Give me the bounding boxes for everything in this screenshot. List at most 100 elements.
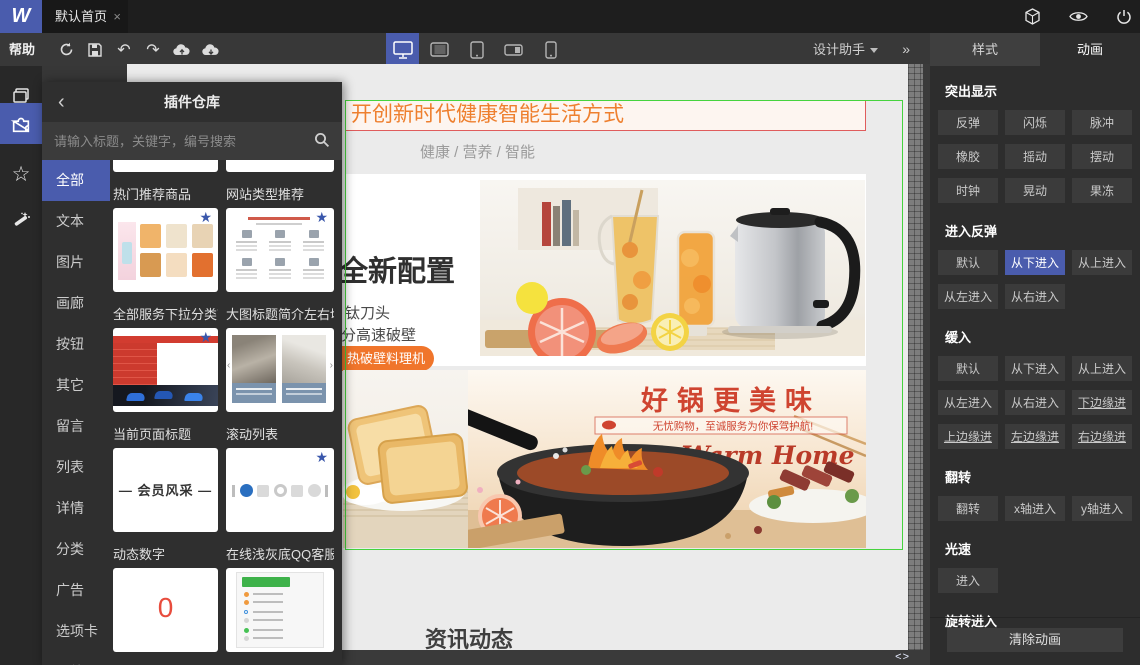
arrow-left-icon: ‹ <box>227 360 231 371</box>
plugin-card-image-slider[interactable]: ‹ › <box>226 328 334 412</box>
favorites-star-icon[interactable]: ☆ <box>0 154 42 194</box>
plugin-card[interactable] <box>113 160 218 172</box>
tab-animation[interactable]: 动画 <box>1040 33 1140 66</box>
category-item[interactable]: 选项卡 <box>42 611 110 652</box>
category-item[interactable]: 文本 <box>42 201 110 242</box>
wok-banner-photo[interactable]: 好锅更美味 无忧购物，至诚服务为你保驾护航! Warm Home <box>468 370 866 548</box>
canvas-scrollbar[interactable] <box>908 64 923 650</box>
animation-button[interactable]: 左边缘进 <box>1005 424 1065 449</box>
category-item[interactable]: 图片 <box>42 242 110 283</box>
preview-eye-icon[interactable] <box>1069 10 1088 23</box>
device-desktop-button[interactable] <box>386 33 419 66</box>
animation-button[interactable]: 从上进入 <box>1072 356 1132 381</box>
plugin-card-hot-products[interactable]: ★ <box>113 208 218 292</box>
animation-button[interactable]: 从上进入 <box>1072 250 1132 275</box>
app-logo[interactable]: W <box>0 0 42 33</box>
plugin-label: 在线浅灰底QQ客服 <box>226 547 334 562</box>
category-item[interactable]: 其它 <box>42 365 110 406</box>
favorite-star-icon[interactable]: ★ <box>315 210 328 224</box>
animation-button[interactable]: 右边缘进 <box>1072 424 1132 449</box>
category-item[interactable]: 按钮 <box>42 324 110 365</box>
plugin-card-dynamic-number[interactable]: 0 <box>113 568 218 652</box>
device-tablet-landscape-button[interactable] <box>423 33 456 66</box>
search-icon[interactable] <box>314 132 330 148</box>
animation-button[interactable]: 翻转 <box>938 496 998 521</box>
animation-button[interactable]: 上边缘进 <box>938 424 998 449</box>
undo-icon[interactable]: ↶ <box>115 41 133 59</box>
animation-button[interactable]: 默认 <box>938 250 998 275</box>
animation-section: 突出显示 反弹 闪烁 脉冲 橡胶 摇动 摆动 时钟 晃动 果冻 <box>938 81 1132 203</box>
favorite-star-icon[interactable]: ★ <box>199 210 212 224</box>
cloud-download-icon[interactable] <box>202 41 220 59</box>
refresh-icon[interactable] <box>57 41 75 59</box>
kettle-banner-section[interactable]: 全新配置 钛刀头 分高速破壁 热破壁料理机 <box>297 174 866 371</box>
code-view-icon[interactable]: < > <box>895 650 909 665</box>
plugins-puzzle-icon[interactable] <box>0 103 42 144</box>
animation-panel: 突出显示 反弹 闪烁 脉冲 橡胶 摇动 摆动 时钟 晃动 果冻 进入反弹 默认 从下进入 从上进入 从左进入… <box>930 66 1140 665</box>
animation-button[interactable]: 摆动 <box>1072 144 1132 169</box>
device-phone-landscape-button[interactable] <box>497 33 530 66</box>
redo-icon[interactable]: ↷ <box>144 41 162 59</box>
category-item[interactable]: 分类 <box>42 529 110 570</box>
hero-subtitle-text[interactable]: 健康 / 营养 / 智能 <box>420 141 535 162</box>
design-assistant-button[interactable]: 设计助手 <box>813 33 878 66</box>
kettle-photo[interactable] <box>480 180 865 356</box>
animation-button[interactable]: 默认 <box>938 356 998 381</box>
animation-button[interactable]: 从下进入 <box>1005 356 1065 381</box>
page-title-preview: — 会员风采 — <box>118 483 213 498</box>
device-phone-portrait-button[interactable] <box>534 33 567 66</box>
device-tablet-portrait-button[interactable] <box>460 33 493 66</box>
animation-button[interactable]: 橡胶 <box>938 144 998 169</box>
back-icon[interactable]: ‹ <box>58 91 65 113</box>
animation-button[interactable]: 从下进入 <box>1005 250 1065 275</box>
animation-button[interactable]: 摇动 <box>1005 144 1065 169</box>
animation-button[interactable]: 闪烁 <box>1005 110 1065 135</box>
clear-animation-button[interactable]: 清除动画 <box>947 628 1123 652</box>
page-tab[interactable]: 默认首页 × <box>42 0 128 33</box>
animation-button[interactable]: 脉冲 <box>1072 110 1132 135</box>
animation-button[interactable]: 从右进入 <box>1005 284 1065 309</box>
animation-button[interactable]: 从左进入 <box>938 390 998 415</box>
category-item[interactable]: 留言 <box>42 406 110 447</box>
close-icon[interactable]: × <box>113 0 121 33</box>
category-item[interactable]: 全部 <box>42 160 110 201</box>
plugin-card[interactable] <box>226 160 334 172</box>
animation-button[interactable]: 晃动 <box>1005 178 1065 203</box>
publish-cube-icon[interactable] <box>1024 8 1041 25</box>
category-item[interactable]: 广告 <box>42 570 110 611</box>
category-item[interactable]: 画廊 <box>42 283 110 324</box>
favorite-star-icon[interactable]: ★ <box>315 450 328 464</box>
category-item[interactable]: 详情 <box>42 488 110 529</box>
animation-button[interactable]: 果冻 <box>1072 178 1132 203</box>
save-icon[interactable] <box>86 41 104 59</box>
power-icon[interactable] <box>1116 9 1132 25</box>
cloud-upload-icon[interactable] <box>173 41 191 59</box>
category-item[interactable]: 列表 <box>42 447 110 488</box>
plugin-card-scroll-list[interactable]: ★ <box>226 448 334 532</box>
news-section-title[interactable]: 资讯动态 <box>425 622 513 650</box>
dynamic-number-preview: 0 <box>157 592 174 623</box>
animation-button[interactable]: 进入 <box>938 568 998 593</box>
category-item[interactable]: 导航 <box>42 652 110 665</box>
plugin-card-qq-service[interactable] <box>226 568 334 652</box>
expand-panel-button[interactable]: » <box>902 33 910 66</box>
plugin-card-dropdown-menu[interactable]: ★ <box>113 328 218 412</box>
favorite-star-icon[interactable]: ★ <box>199 330 212 344</box>
plugin-card-site-types[interactable]: ★ <box>226 208 334 292</box>
plugin-search-input[interactable] <box>42 122 342 160</box>
toast-photo[interactable] <box>343 370 468 548</box>
animation-button[interactable]: x轴进入 <box>1005 496 1065 521</box>
animation-button[interactable]: 从右进入 <box>1005 390 1065 415</box>
animation-button[interactable]: 反弹 <box>938 110 998 135</box>
animation-button[interactable]: 下边缘进 <box>1072 390 1132 415</box>
tab-style[interactable]: 样式 <box>930 33 1040 66</box>
magic-wand-icon[interactable] <box>0 200 42 240</box>
animation-button[interactable]: 时钟 <box>938 178 998 203</box>
help-button[interactable]: 帮助 <box>9 33 35 66</box>
animation-button[interactable]: y轴进入 <box>1072 496 1132 521</box>
plugin-card-page-title[interactable]: — 会员风采 — <box>113 448 218 532</box>
hero-title-element[interactable]: 开创新时代健康智能生活方式 <box>345 100 866 131</box>
animation-button[interactable]: 从左进入 <box>938 284 998 309</box>
canvas-gap <box>923 64 930 650</box>
banner-line2: 分高速破壁 <box>341 327 417 344</box>
